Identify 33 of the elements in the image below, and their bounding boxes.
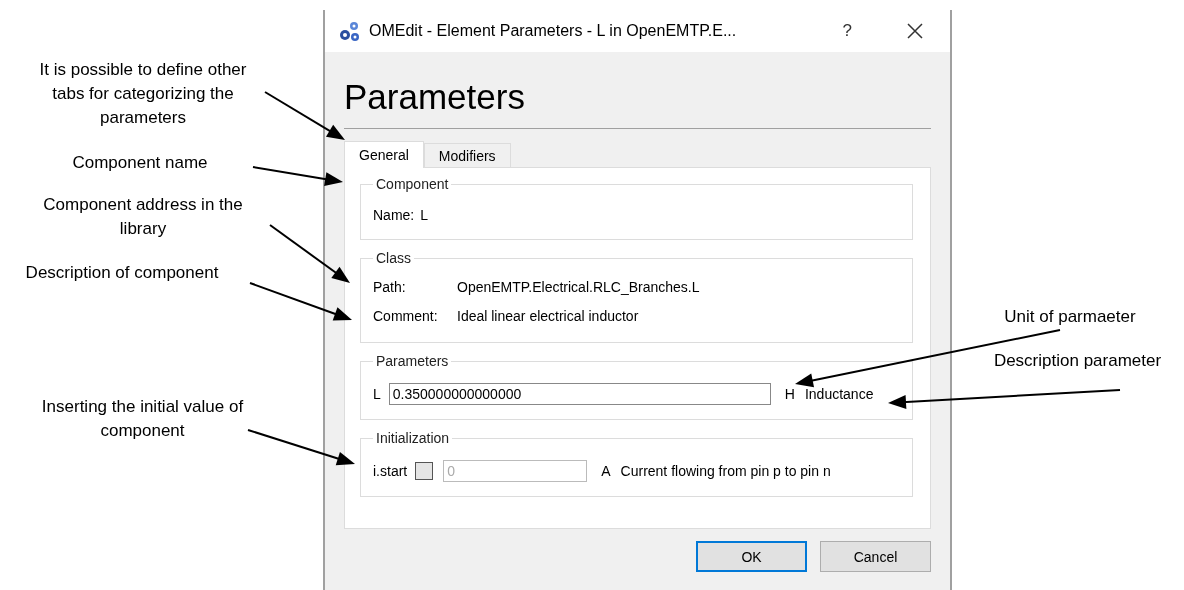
unit-label: A <box>601 463 611 479</box>
parameter-description: Inductance <box>804 386 874 402</box>
group-title: Class <box>375 250 412 266</box>
parameter-description: Current flowing from pin p to pin n <box>620 463 831 479</box>
field-value: Ideal linear electrical inductor <box>457 307 639 324</box>
annotation-text: Component name <box>71 152 209 174</box>
unit-label: H <box>784 386 795 402</box>
annotation-text: Inserting the initial value of component <box>40 396 245 442</box>
input-field[interactable]: 0.350000000000000 <box>388 383 771 405</box>
close-icon[interactable] <box>906 22 924 40</box>
parameter-label: i.start <box>373 463 408 479</box>
help-button[interactable]: ? <box>842 21 852 41</box>
window-title: OMEdit - Element Parameters - L in OpenEMTP.E... <box>369 22 738 40</box>
dialog-button[interactable]: OK <box>696 541 807 572</box>
field-label: Path: <box>373 278 407 295</box>
field-value: OpenEMTP.Electrical.RLC_Branches.L <box>457 278 700 295</box>
dialog-button[interactable]: Cancel <box>820 541 931 572</box>
annotation-text: Unit of parmaeter <box>1003 306 1137 328</box>
annotation-text: Description parameter <box>992 350 1163 372</box>
tab[interactable]: General <box>344 141 424 168</box>
tab[interactable]: Modifiers <box>423 143 511 167</box>
annotation-text: It is possible to define other tabs for categorizing the parameters <box>38 59 248 129</box>
field-label: Comment: <box>373 307 439 324</box>
parameter-label: L <box>373 386 381 402</box>
field-label: Name: <box>373 206 415 223</box>
group-title: Parameters <box>375 353 450 369</box>
annotation-text: Component address in the library <box>42 194 244 240</box>
dialog-heading: Parameters <box>344 76 525 118</box>
group-title: Initialization <box>375 430 451 446</box>
checkbox[interactable] <box>415 462 434 480</box>
field-value: L <box>420 206 429 223</box>
annotation-text: Description of component <box>24 262 220 284</box>
group-title: Component <box>375 176 450 192</box>
